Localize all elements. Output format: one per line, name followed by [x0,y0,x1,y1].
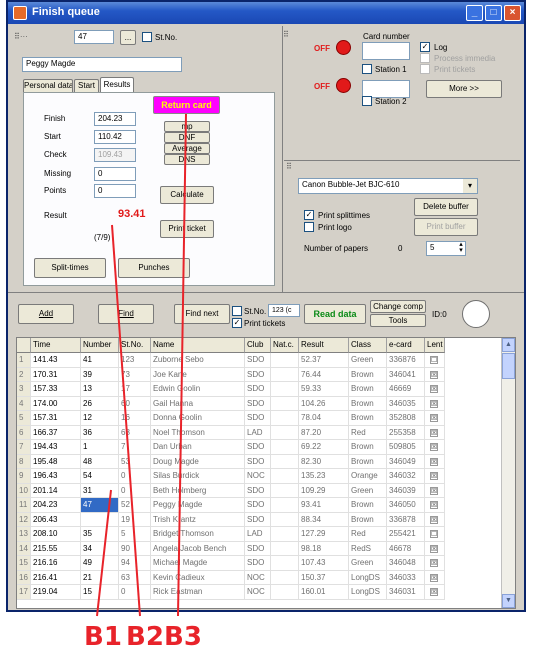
annotation-b3: B3 [164,622,202,652]
annotation-arrows [96,113,187,617]
arrow-b3 [177,113,187,617]
annotation-b2: B2 [126,622,164,652]
arrow-b2 [111,224,141,617]
annotation-b1: B1 [84,622,122,652]
arrow-b1 [96,489,112,617]
